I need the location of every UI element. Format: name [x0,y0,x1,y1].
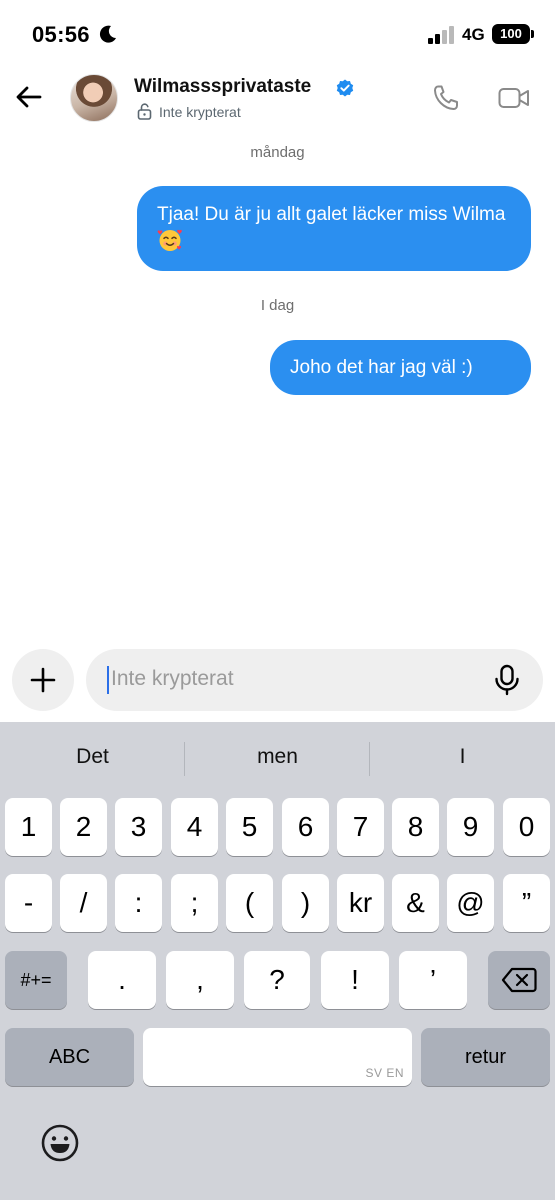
text-caret [107,666,109,694]
plus-icon [30,667,56,693]
key-semicolon[interactable]: ; [171,874,218,932]
keyboard: Det men I 1 2 3 4 5 6 7 8 9 0 - / : ; ( … [0,722,555,1200]
key-5[interactable]: 5 [226,798,273,856]
suggestion-2[interactable]: men [185,745,370,769]
space-key[interactable]: SV EN [143,1028,412,1086]
abc-key[interactable]: ABC [5,1028,134,1086]
emoji-icon[interactable] [40,1123,80,1163]
message-bubble-outgoing[interactable]: Tjaa! Du är ju allt galet läcker miss Wi… [137,186,531,271]
key-close-paren[interactable]: ) [282,874,329,932]
key-slash[interactable]: / [60,874,107,932]
keyboard-language-hint: SV EN [365,1066,404,1080]
key-6[interactable]: 6 [282,798,329,856]
status-bar: 05:56 4G 100 [0,0,555,70]
signal-icon [428,26,454,44]
suggestion-3[interactable]: I [370,745,555,769]
message-input-placeholder: Inte krypterat [111,667,234,690]
key-period[interactable]: . [88,951,156,1009]
lock-icon [137,103,152,120]
contact-name[interactable]: Wilmasssprivataste [134,76,311,98]
message-bubble-outgoing[interactable]: Joho det har jag väl :) [270,340,531,395]
key-2[interactable]: 2 [60,798,107,856]
video-camera-icon[interactable] [498,86,530,110]
key-currency[interactable]: kr [337,874,384,932]
chat-header: Wilmasssprivataste Inte krypterat [0,70,555,130]
status-time: 05:56 [32,22,90,47]
key-hyphen[interactable]: - [5,874,52,932]
key-4[interactable]: 4 [171,798,218,856]
key-exclamation[interactable]: ! [321,951,389,1009]
verified-badge-icon [336,79,354,97]
key-colon[interactable]: : [115,874,162,932]
key-0[interactable]: 0 [503,798,550,856]
message-text: Joho det har jag väl :) [290,357,473,378]
day-separator: I dag [260,297,295,314]
key-quote[interactable]: ” [503,874,550,932]
key-9[interactable]: 9 [447,798,494,856]
return-key[interactable]: retur [421,1028,550,1086]
day-separator: måndag [250,144,305,161]
smiling-face-with-hearts-icon [157,229,182,251]
key-7[interactable]: 7 [337,798,384,856]
battery-level: 100 [500,26,522,41]
key-comma[interactable]: , [166,951,234,1009]
microphone-icon[interactable] [493,664,521,696]
battery-icon: 100 [492,24,530,44]
add-attachment-button[interactable] [12,649,74,711]
key-at[interactable]: @ [447,874,494,932]
encryption-status: Inte krypterat [159,104,241,120]
suggestion-1[interactable]: Det [0,745,185,769]
backspace-key[interactable] [488,951,550,1009]
back-arrow-icon[interactable] [14,82,44,112]
moon-icon [99,25,116,43]
phone-icon[interactable] [432,84,460,112]
key-1[interactable]: 1 [5,798,52,856]
network-type: 4G [462,25,485,44]
key-3[interactable]: 3 [115,798,162,856]
avatar[interactable] [70,74,118,122]
key-apostrophe[interactable]: ’ [399,951,467,1009]
message-text: Tjaa! Du är ju allt galet läcker miss Wi… [157,204,506,225]
backspace-icon [501,967,537,993]
key-open-paren[interactable]: ( [226,874,273,932]
key-question[interactable]: ? [244,951,310,1009]
battery-tip [531,30,534,38]
key-more-symbols[interactable]: #+= [5,951,67,1009]
key-8[interactable]: 8 [392,798,439,856]
key-ampersand[interactable]: & [392,874,439,932]
